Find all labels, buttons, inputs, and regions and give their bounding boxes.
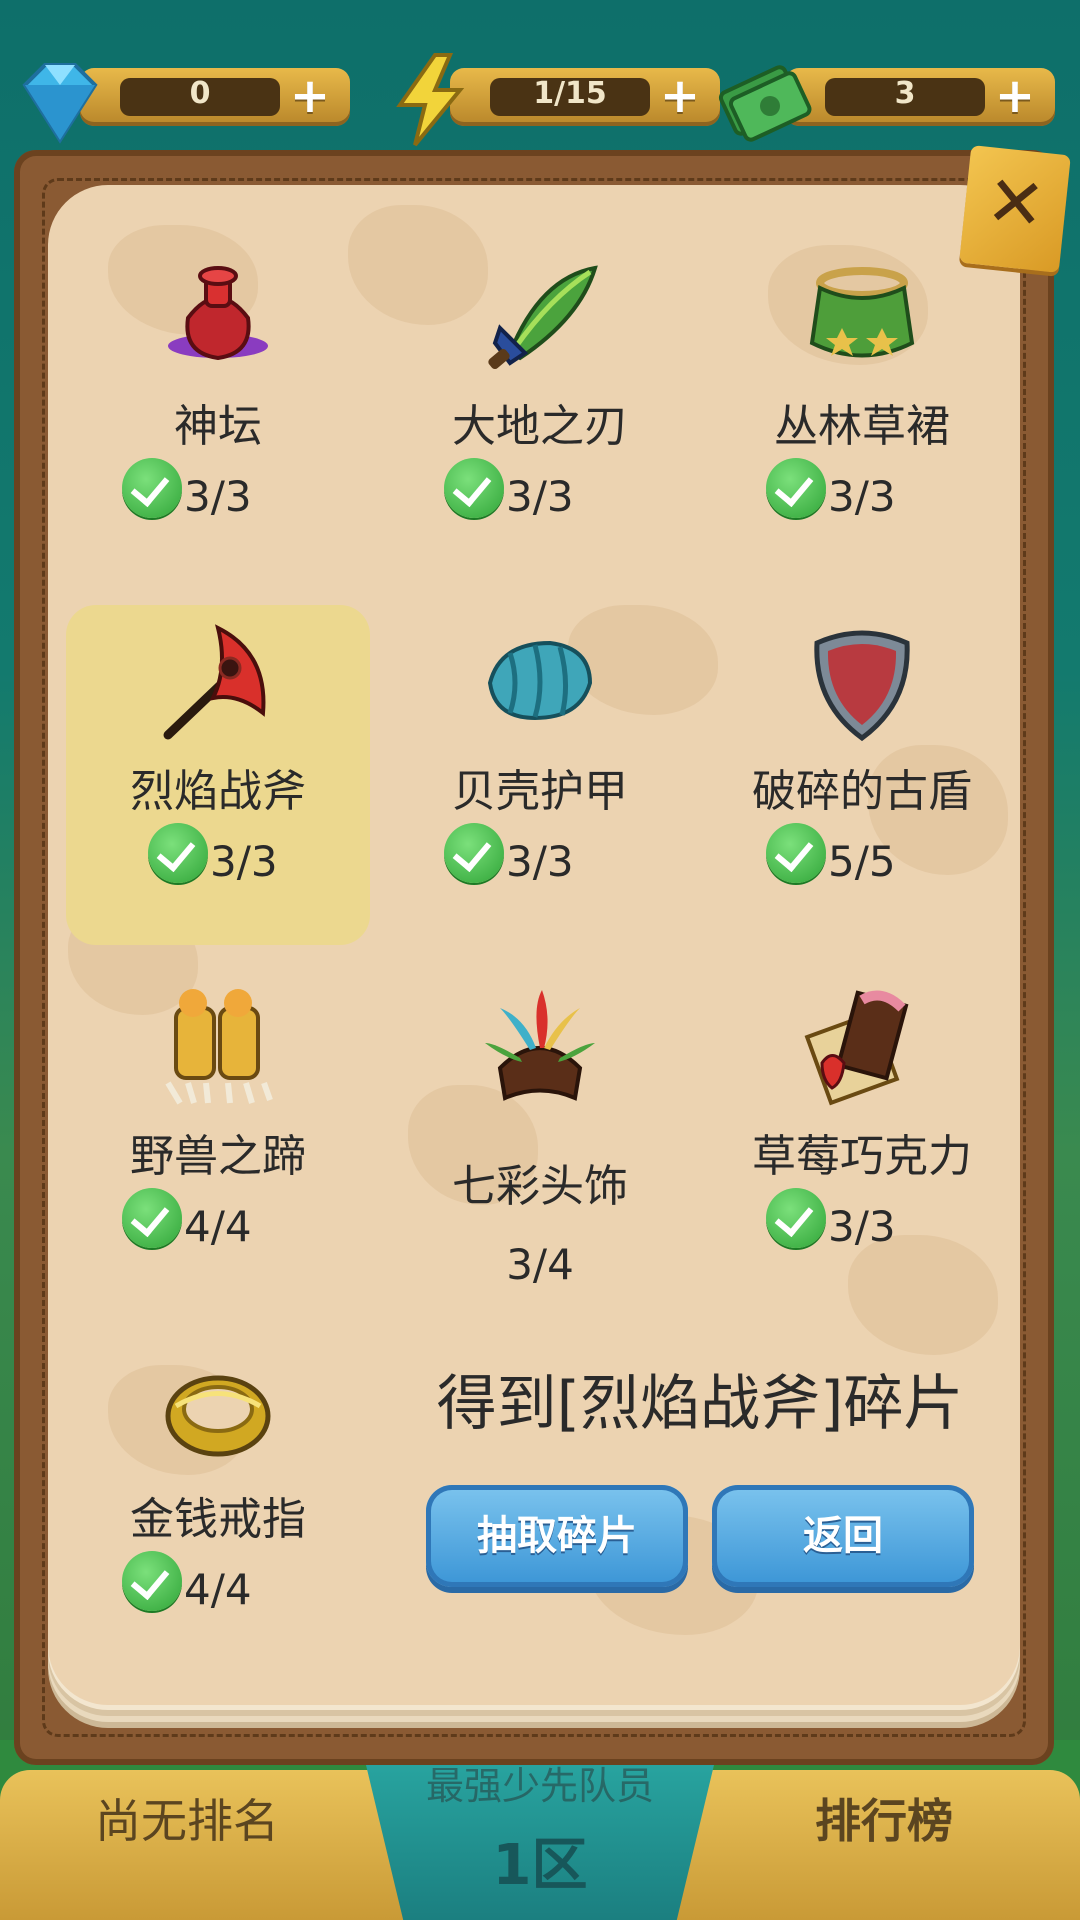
feather-headdress-icon: [485, 990, 595, 1101]
beast-hoof-icon: [165, 989, 273, 1105]
item-name: 野兽之蹄: [130, 1131, 306, 1182]
complete-check-icon: [766, 458, 826, 518]
item-count: 3/3: [506, 472, 574, 521]
gems-value: 0: [189, 76, 211, 111]
gems-counter: 0 +: [10, 60, 350, 144]
cash-value: 3: [894, 76, 916, 111]
resource-bar: 0 + 1/15 + 3 +: [0, 0, 1080, 150]
item-count: 5/5: [828, 837, 896, 886]
cash-counter: 3 +: [715, 60, 1055, 142]
item-name: 神坛: [174, 401, 262, 452]
shield-icon: [814, 630, 910, 742]
altar-icon: [168, 266, 268, 361]
add-cash-button[interactable]: +: [993, 72, 1037, 120]
item-name: 丛林草裙: [774, 401, 950, 452]
flame-axe-icon: [163, 624, 266, 740]
rank-status-text: 尚无排名: [95, 1794, 279, 1848]
item-count: 4/4: [184, 1202, 252, 1251]
item-name: 烈焰战斧: [130, 766, 306, 817]
collection-item-jungle-skirt[interactable]: 丛林草裙 3/3: [732, 240, 992, 580]
item-name: 大地之刃: [452, 401, 628, 452]
draw-fragment-button[interactable]: 抽取碎片: [426, 1485, 688, 1587]
strawberry-chocolate-icon: [804, 990, 909, 1106]
gold-ring-icon: [165, 1375, 271, 1457]
collection-item-earth-blade[interactable]: 大地之刃 3/3: [410, 240, 670, 580]
complete-check-icon: [766, 1188, 826, 1248]
item-count: 4/4: [184, 1565, 252, 1614]
item-name: 草莓巧克力: [752, 1131, 972, 1182]
item-count: 3/3: [828, 1202, 896, 1251]
add-gems-button[interactable]: +: [288, 72, 332, 120]
shell-armor-icon: [487, 640, 593, 721]
item-name: 破碎的古盾: [752, 766, 972, 817]
collection-item-beast-hoof[interactable]: 野兽之蹄 4/4: [88, 970, 348, 1310]
item-name: 七彩头饰: [452, 1161, 628, 1212]
collection-item-flame-axe[interactable]: 烈焰战斧 3/3: [66, 605, 370, 945]
complete-check-icon: [148, 823, 208, 883]
item-name: 金钱戒指: [130, 1494, 306, 1545]
collection-item-altar[interactable]: 神坛 3/3: [88, 240, 348, 580]
collection-item-gold-ring[interactable]: 金钱戒指 4/4: [88, 1333, 348, 1673]
collection-item-rainbow-headdress[interactable]: 七彩头饰 3/4: [410, 970, 670, 1310]
add-energy-button[interactable]: +: [658, 72, 702, 120]
close-icon: ✕: [982, 159, 1050, 247]
collection-item-broken-shield[interactable]: 破碎的古盾 5/5: [732, 605, 992, 945]
gem-icon: [22, 63, 98, 144]
cash-icon: [718, 65, 812, 142]
complete-check-icon: [122, 458, 182, 518]
back-button[interactable]: 返回: [712, 1485, 974, 1587]
collection-item-strawberry-chocolate[interactable]: 草莓巧克力 3/3: [732, 970, 992, 1310]
complete-check-icon: [444, 823, 504, 883]
complete-check-icon: [122, 1188, 182, 1248]
leaf-blade-icon: [488, 265, 598, 370]
energy-value: 1/15: [533, 76, 607, 111]
item-count: 3/3: [184, 472, 252, 521]
reward-message: 得到[烈焰战斧]碎片: [436, 1369, 964, 1439]
item-count: 3/4: [506, 1240, 574, 1289]
energy-counter: 1/15 +: [380, 53, 720, 147]
item-count: 3/3: [828, 472, 896, 521]
complete-check-icon: [122, 1551, 182, 1611]
item-name: 贝壳护甲: [452, 766, 628, 817]
complete-check-icon: [766, 823, 826, 883]
zone-label: 1区: [492, 1833, 588, 1898]
complete-check-icon: [444, 458, 504, 518]
item-count: 3/3: [506, 837, 574, 886]
leaderboard-label: 排行榜: [815, 1794, 953, 1848]
lightning-icon: [396, 53, 465, 147]
collection-item-shell-armor[interactable]: 贝壳护甲 3/3: [410, 605, 670, 945]
item-count: 3/3: [210, 837, 278, 886]
grass-skirt-icon: [809, 267, 915, 358]
